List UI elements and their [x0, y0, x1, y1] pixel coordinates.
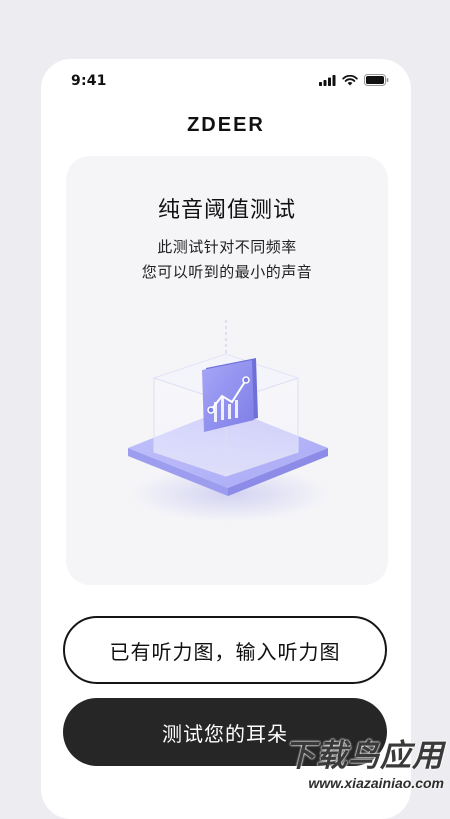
status-icons	[319, 74, 389, 86]
audiogram-chart-cube-illustration	[118, 316, 336, 526]
test-info-card: 纯音阈值测试 此测试针对不同频率 您可以听到的最小的声音	[66, 156, 388, 585]
watermark-cn: 下载鸟应用	[284, 738, 444, 774]
cellular-signal-icon	[319, 74, 336, 86]
watermark: 下载鸟应用 www.xiazainiao.com	[268, 738, 444, 796]
phone-screen: 9:41 ZDEER 纯音阈值测试 此测试针对不同频率 您可以听到的最小的声音 …	[41, 59, 411, 819]
watermark-en: www.xiazainiao.com	[308, 775, 444, 791]
status-bar: 9:41	[41, 59, 411, 103]
battery-icon	[364, 74, 389, 86]
card-title: 纯音阈值测试	[157, 198, 296, 223]
wifi-icon	[342, 74, 358, 86]
status-time: 9:41	[71, 73, 107, 89]
brand-logo: ZDEER	[187, 114, 265, 136]
card-subtitle-line1: 此测试针对不同频率	[157, 238, 297, 256]
input-audiogram-button[interactable]: 已有听力图，输入听力图	[63, 616, 387, 684]
card-subtitle-line2: 您可以听到的最小的声音	[141, 263, 313, 281]
